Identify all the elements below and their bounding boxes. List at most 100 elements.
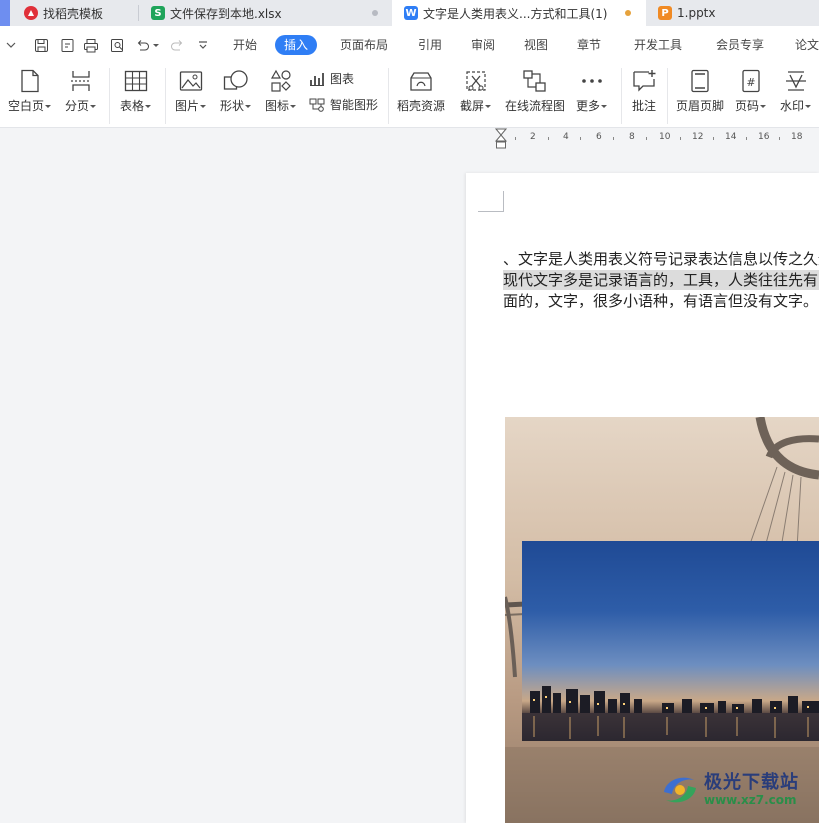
spreadsheet-icon: S (151, 6, 165, 20)
watermark-logo-icon (664, 777, 696, 803)
picture-icon (178, 68, 204, 94)
shape-label: 形状 (220, 99, 245, 113)
docer-resources-label: 稻壳资源 (397, 99, 446, 113)
screenshot-label: 截屏 (460, 99, 485, 113)
icon-library-label: 图标 (265, 99, 290, 113)
watermark-title: 极光下载站 (704, 772, 799, 793)
ruler-label: 4 (563, 132, 569, 142)
screenshot-button[interactable]: 截屏 (460, 68, 492, 113)
horizontal-ruler[interactable]: 2 4 6 8 10 12 14 16 18 (477, 128, 819, 150)
tab-presentation[interactable]: P 1.pptx (646, 0, 819, 26)
ribbon-divider (109, 68, 110, 124)
ribbon-divider (165, 68, 166, 124)
tab-writer-active[interactable]: W 文字是人类用表义...方式和工具(1) (392, 0, 646, 26)
print-preview-icon[interactable] (108, 36, 126, 54)
tab-bar-accent (0, 0, 10, 26)
menu-membership[interactable]: 会员专享 (716, 36, 764, 54)
ribbon-divider (667, 68, 668, 124)
flowchart-icon (522, 68, 548, 94)
chart-button[interactable]: 图表 (309, 70, 354, 87)
ruler-label: 18 (791, 132, 803, 142)
icon-library-icon (268, 68, 294, 94)
ruler-label: 6 (596, 132, 602, 142)
tab-label: 文字是人类用表义...方式和工具(1) (423, 6, 608, 21)
more-quick-actions-icon[interactable] (194, 36, 212, 54)
smart-art-button[interactable]: 智能图形 (309, 96, 378, 113)
blank-page-button[interactable]: 空白页 (8, 68, 52, 113)
watermark-url: www.xz7.com (704, 793, 797, 807)
menu-chapter[interactable]: 章节 (577, 36, 601, 54)
chart-icon (310, 72, 324, 86)
smart-art-icon (309, 98, 325, 112)
ruler-label: 8 (629, 132, 635, 142)
table-button[interactable]: 表格 (120, 68, 152, 113)
writer-icon: W (404, 6, 418, 20)
ruler-label: 16 (758, 132, 770, 142)
online-flowchart-button[interactable]: 在线流程图 (505, 68, 565, 113)
site-watermark: 极光下载站 www.xz7.com (660, 772, 799, 808)
tab-docer[interactable]: 找稻壳模板 (10, 0, 138, 26)
menu-home[interactable]: 开始 (233, 36, 257, 54)
document-text-line[interactable]: 面的，文字，很多小语种，有语言但没有文字。 (503, 291, 818, 311)
city-skyline-photo[interactable] (522, 541, 819, 741)
smart-art-label: 智能图形 (330, 98, 379, 112)
menu-references[interactable]: 引用 (418, 36, 442, 54)
header-footer-label: 页眉页脚 (676, 99, 725, 113)
docer-icon (24, 6, 38, 20)
shape-icon (223, 68, 249, 94)
presentation-icon: P (658, 6, 672, 20)
page-number-button[interactable]: # 页码 (735, 68, 767, 113)
menu-view[interactable]: 视图 (524, 36, 548, 54)
screenshot-icon (463, 68, 489, 94)
icon-library-button[interactable]: 图标 (265, 68, 297, 113)
page-break-icon (68, 68, 94, 94)
menu-developer[interactable]: 开发工具 (634, 36, 682, 54)
picture-label: 图片 (175, 99, 200, 113)
shape-button[interactable]: 形状 (220, 68, 252, 113)
document-text-line-selected[interactable]: 现代文字多是记录语言的，工具，人类往往先有口头 (503, 270, 819, 290)
menu-bar: 开始 插入 页面布局 引用 审阅 视图 章节 开发工具 会员专享 论文 (0, 26, 819, 64)
chevron-down-icon[interactable] (2, 36, 20, 54)
redo-icon[interactable] (168, 36, 186, 54)
ruler-label: 10 (659, 132, 671, 142)
comment-button[interactable]: 批注 (631, 68, 657, 113)
page-number-label: 页码 (735, 99, 760, 113)
ribbon-divider (388, 68, 389, 124)
ruler-label: 14 (725, 132, 737, 142)
picture-button[interactable]: 图片 (175, 68, 207, 113)
print-icon[interactable] (82, 36, 100, 54)
docer-resources-button[interactable]: 稻壳资源 (397, 68, 445, 113)
ruler-label: 12 (692, 132, 704, 142)
tab-unsaved-dot (372, 10, 378, 16)
menu-paper[interactable]: 论文 (795, 36, 819, 54)
menu-page-layout[interactable]: 页面布局 (340, 36, 388, 54)
ribbon-divider (621, 68, 622, 124)
header-footer-icon (687, 68, 713, 94)
svg-text:#: # (746, 76, 755, 89)
tab-spreadsheet[interactable]: S 文件保存到本地.xlsx (139, 0, 391, 26)
blank-page-icon (17, 68, 43, 94)
watermark-label: 水印 (780, 99, 805, 113)
save-icon[interactable] (32, 36, 50, 54)
tab-modified-dot (625, 10, 631, 16)
comment-icon (631, 68, 657, 94)
export-pdf-icon[interactable] (58, 36, 76, 54)
page-break-label: 分页 (65, 99, 90, 113)
document-text-line[interactable]: 、文字是人类用表义符号记录表达信息以传之久远 (503, 249, 819, 269)
watermark-icon (783, 68, 809, 94)
page-break-button[interactable]: 分页 (65, 68, 97, 113)
table-label: 表格 (120, 99, 145, 113)
insert-ribbon: 空白页 分页 表格 图片 形状 图标 图表 智能图形 稻壳资源 截屏 在线流程图… (0, 64, 819, 128)
flowchart-label: 在线流程图 (505, 99, 566, 113)
undo-icon[interactable] (133, 36, 151, 54)
menu-insert[interactable]: 插入 (275, 35, 318, 55)
tab-label: 1.pptx (677, 6, 716, 20)
undo-dropdown-icon[interactable] (150, 36, 160, 54)
watermark-button[interactable]: 水印 (780, 68, 812, 113)
menu-review[interactable]: 审阅 (471, 36, 495, 54)
more-icon (579, 68, 605, 94)
header-footer-button[interactable]: 页眉页脚 (676, 68, 724, 113)
indent-marker-icon[interactable] (495, 128, 507, 150)
more-button[interactable]: 更多 (576, 68, 608, 113)
blank-page-label: 空白页 (8, 99, 45, 113)
